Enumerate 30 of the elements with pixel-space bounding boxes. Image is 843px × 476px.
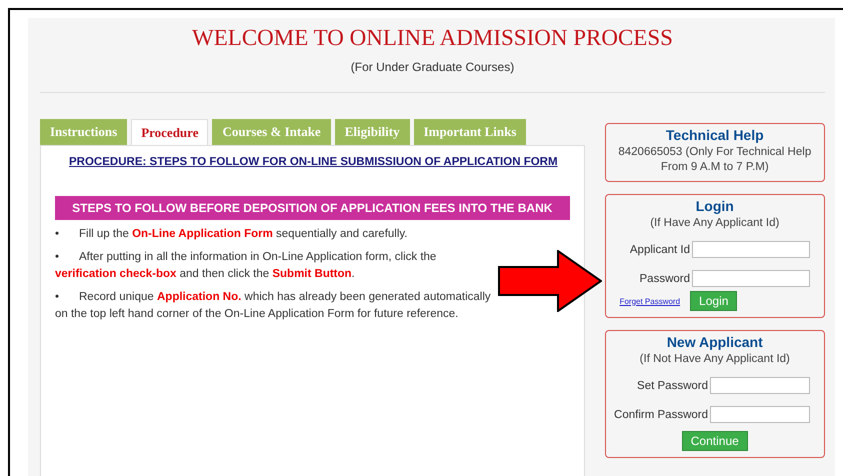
forget-password-link[interactable]: Forget Password [620,296,680,306]
input-field[interactable] [710,377,810,394]
login-button[interactable]: Login [690,291,738,311]
step-text: • Record unique Application No. which has already been generated automatically on the top left hand corner of the On-Line Application Form for future reference. [55,290,492,322]
arrow-icon [498,250,602,312]
field-label: Set Password [637,380,708,392]
page-title: WELCOME TO ONLINE ADMISSION PROCESS [191,24,674,52]
card-title: Technical Help [664,127,765,143]
input-field[interactable] [710,406,810,423]
card-title: Login [694,198,735,214]
steps-banner: STEPS TO FOLLOW BEFORE DEPOSITION OF APPLICATION FEES INTO THE BANK [55,196,570,220]
continue-button[interactable]: Continue [682,431,748,451]
help-text: 8420665053 (Only For Technical Help From 9 A.M to 7 P.M) [617,145,812,175]
field-label: Confirm Password [614,408,708,420]
step-text: • After putting in all the information in On-Line Application form, click the verification check-box and then click the Submit Button. [55,250,438,282]
card-subtitle: (If Not Have Any Applicant Id) [638,352,791,367]
input-field[interactable] [692,270,810,287]
card-title: New Applicant [666,334,764,350]
step-text: • Fill up the On-Line Application Form sequentially and carefully. [55,227,408,242]
tab[interactable]: Courses & Intake [212,119,331,145]
card-subtitle: (If Have Any Applicant Id) [649,216,780,231]
field-label: Applicant Id [630,244,690,256]
tab[interactable]: Important Links [414,119,526,145]
page-subtitle: (For Under Graduate Courses) [350,60,516,74]
tab[interactable]: Instructions [40,119,128,145]
field-label: Password [640,272,690,284]
tab[interactable]: Eligibility [334,119,410,145]
tab[interactable]: Procedure [131,119,208,146]
input-field[interactable] [692,241,810,258]
procedure-heading-link[interactable]: PROCEDURE: STEPS TO FOLLOW FOR ON-LINE SUBMISSIUON OF APPLICATION FORM [55,156,572,168]
